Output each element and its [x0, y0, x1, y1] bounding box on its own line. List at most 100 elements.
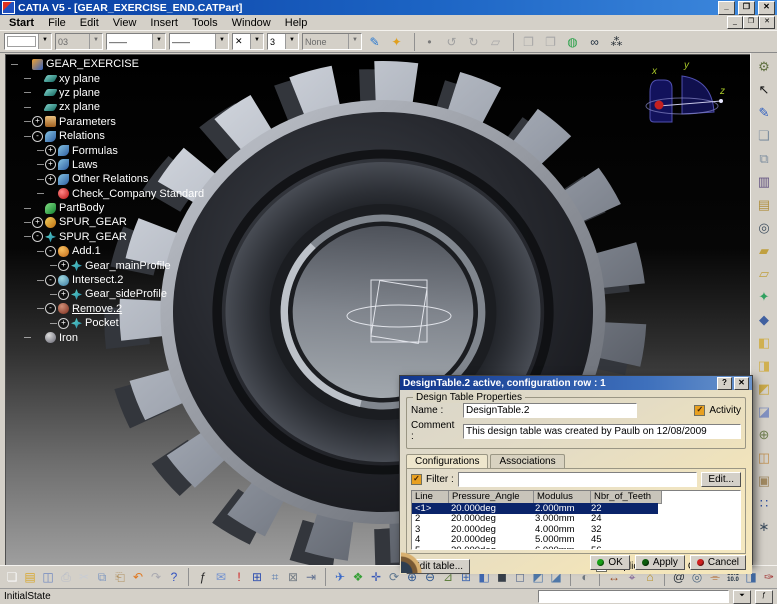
folder-open-icon[interactable]: ▱ [753, 263, 775, 284]
doc-close-button[interactable]: ✕ [759, 16, 775, 29]
hole-icon[interactable]: ⊕ [753, 424, 775, 445]
chevron-down-icon[interactable]: ▼ [250, 34, 263, 49]
tree-expander[interactable]: + [58, 318, 69, 329]
book-icon[interactable]: ▥ [753, 171, 775, 192]
tree-item[interactable]: - Relations [24, 129, 204, 143]
axis-planes-wireframe[interactable] [345, 272, 455, 367]
tree-item-label[interactable]: Parameters [59, 116, 116, 128]
chevron-down-icon[interactable]: ▼ [348, 34, 361, 49]
tree-item[interactable]: yz plane [24, 86, 204, 100]
catalog-icon[interactable]: ▤ [753, 194, 775, 215]
copy-icon[interactable]: ⧉ [93, 568, 111, 586]
tree-item-label[interactable]: Pocket [85, 317, 119, 329]
doc-restore-button[interactable]: ❐ [743, 16, 759, 29]
tree-item-label[interactable]: Formulas [72, 145, 118, 157]
toolbar-combo[interactable]: ▼ [4, 33, 52, 50]
apply-button[interactable]: Apply [635, 555, 685, 570]
formula-icon[interactable]: ƒ [188, 568, 212, 586]
tree-item-label[interactable]: Laws [72, 159, 98, 171]
redo-icon[interactable]: ↷ [147, 568, 165, 586]
menu-item[interactable]: Start [2, 17, 41, 29]
comment-field[interactable] [463, 424, 741, 439]
tree-item-label[interactable]: Relations [59, 130, 105, 142]
chevron-down-icon[interactable]: ▼ [215, 34, 228, 49]
menu-item[interactable]: Tools [185, 17, 225, 29]
tree-item[interactable]: + Laws [37, 158, 204, 172]
export-icon[interactable]: ⇥ [302, 568, 320, 586]
redo-curve-icon[interactable]: ↻ [464, 33, 483, 51]
catalog-gray2-icon[interactable]: ❐ [541, 33, 560, 51]
cut-icon[interactable]: ✂ [75, 568, 93, 586]
paintbrush-icon[interactable]: ✎ [365, 33, 384, 51]
minimize-button[interactable]: _ [718, 1, 735, 15]
chevron-down-icon[interactable]: ▼ [89, 34, 102, 49]
tree-item-label[interactable]: yz plane [59, 87, 100, 99]
tree-item[interactable]: + Gear_sideProfile [50, 287, 204, 301]
tree-item[interactable]: - Add.1 [37, 244, 204, 258]
tree-item[interactable]: - SPUR_GEAR [24, 230, 204, 244]
edit-table-button[interactable]: Edit table... [406, 559, 470, 574]
shaft-icon[interactable]: ◩ [753, 378, 775, 399]
tree-expander[interactable]: + [58, 289, 69, 300]
close-button[interactable]: ✕ [758, 1, 775, 15]
tree-item[interactable]: + Other Relations [37, 172, 204, 186]
table-row[interactable]: 3 20.000deg 4.000mm 32 [412, 524, 740, 535]
table-row[interactable]: 5 20.000deg 6.000mm 56 [412, 545, 740, 550]
name-field[interactable] [463, 403, 637, 418]
chevron-down-icon[interactable]: ▼ [38, 34, 51, 49]
undo-icon[interactable]: ↶ [129, 568, 147, 586]
menu-item[interactable]: File [41, 17, 73, 29]
pattern-icon[interactable]: ∷ [753, 493, 775, 514]
tree-item[interactable]: - Intersect.2 [37, 273, 204, 287]
tree-item-label[interactable]: SPUR_GEAR [59, 216, 127, 228]
chevron-down-icon[interactable]: ▼ [285, 34, 298, 49]
view-compass[interactable]: y x z [628, 56, 728, 130]
menu-item[interactable]: Insert [143, 17, 185, 29]
dialog-tab[interactable]: Configurations [406, 454, 488, 468]
maximize-button[interactable]: ❐ [738, 1, 755, 15]
column-header[interactable]: Line [412, 491, 449, 504]
tree-item[interactable]: + Gear_mainProfile [50, 258, 204, 272]
tree-expander[interactable]: - [32, 131, 43, 142]
column-header[interactable]: Pressure_Angle [449, 491, 534, 504]
fit-all-in-icon[interactable]: ❖ [349, 568, 367, 586]
paste-icon[interactable]: ⎗ [111, 568, 129, 586]
tree-item-label[interactable]: Gear_sideProfile [85, 288, 167, 300]
whats-this-icon[interactable]: ? [165, 568, 183, 586]
doc-minimize-button[interactable]: _ [727, 16, 743, 29]
cancel-button[interactable]: Cancel [690, 555, 746, 570]
tree-item[interactable]: - Remove.2 [37, 302, 204, 316]
comment-icon[interactable]: ✉ [212, 568, 230, 586]
dialog-help-button[interactable]: ? [717, 377, 732, 390]
toolbar-combo[interactable]: 03 ▼ [55, 33, 103, 50]
update-icon[interactable]: ⚙ [753, 56, 775, 77]
wizard-feature-icon[interactable]: ◆ [753, 309, 775, 330]
tree-item[interactable]: + Parameters [24, 115, 204, 129]
tree-item[interactable]: xy plane [24, 71, 204, 85]
tree-item-label[interactable]: Other Relations [72, 173, 148, 185]
tree-item[interactable]: + Pocket [50, 316, 204, 330]
filter-input[interactable] [458, 472, 698, 487]
column-header[interactable]: Modulus [534, 491, 591, 504]
pocket-icon[interactable]: ◨ [753, 355, 775, 376]
relations-browser-icon[interactable]: ⌗ [266, 568, 284, 586]
open-icon[interactable]: ▤ [21, 568, 39, 586]
tree-item[interactable]: zx plane [24, 100, 204, 114]
tree-expander[interactable]: - [45, 303, 56, 314]
folder-icon[interactable]: ▰ [753, 240, 775, 261]
table-row[interactable]: 4 20.000deg 5.000mm 45 [412, 535, 740, 546]
toolbar-combo[interactable]: —— ▼ [106, 33, 166, 50]
pad-icon[interactable]: ◧ [753, 332, 775, 353]
check-analysis-icon[interactable]: ! [230, 568, 248, 586]
save-icon[interactable]: ◫ [39, 568, 57, 586]
tree-expander[interactable]: + [45, 159, 56, 170]
tree-expander[interactable]: + [58, 260, 69, 271]
tree-item[interactable]: Iron [24, 330, 204, 344]
tree-item-label[interactable]: SPUR_GEAR [59, 231, 127, 243]
menu-item[interactable]: View [106, 17, 144, 29]
tree-item[interactable]: PartBody [24, 201, 204, 215]
table-row[interactable]: <1> 20.000deg 2.000mm 22 [412, 503, 740, 514]
sketcher-icon[interactable]: ✎ [753, 102, 775, 123]
painter-wizard-icon[interactable]: ✦ [387, 33, 406, 51]
tree-item[interactable]: Check_Company Standard [37, 187, 204, 201]
